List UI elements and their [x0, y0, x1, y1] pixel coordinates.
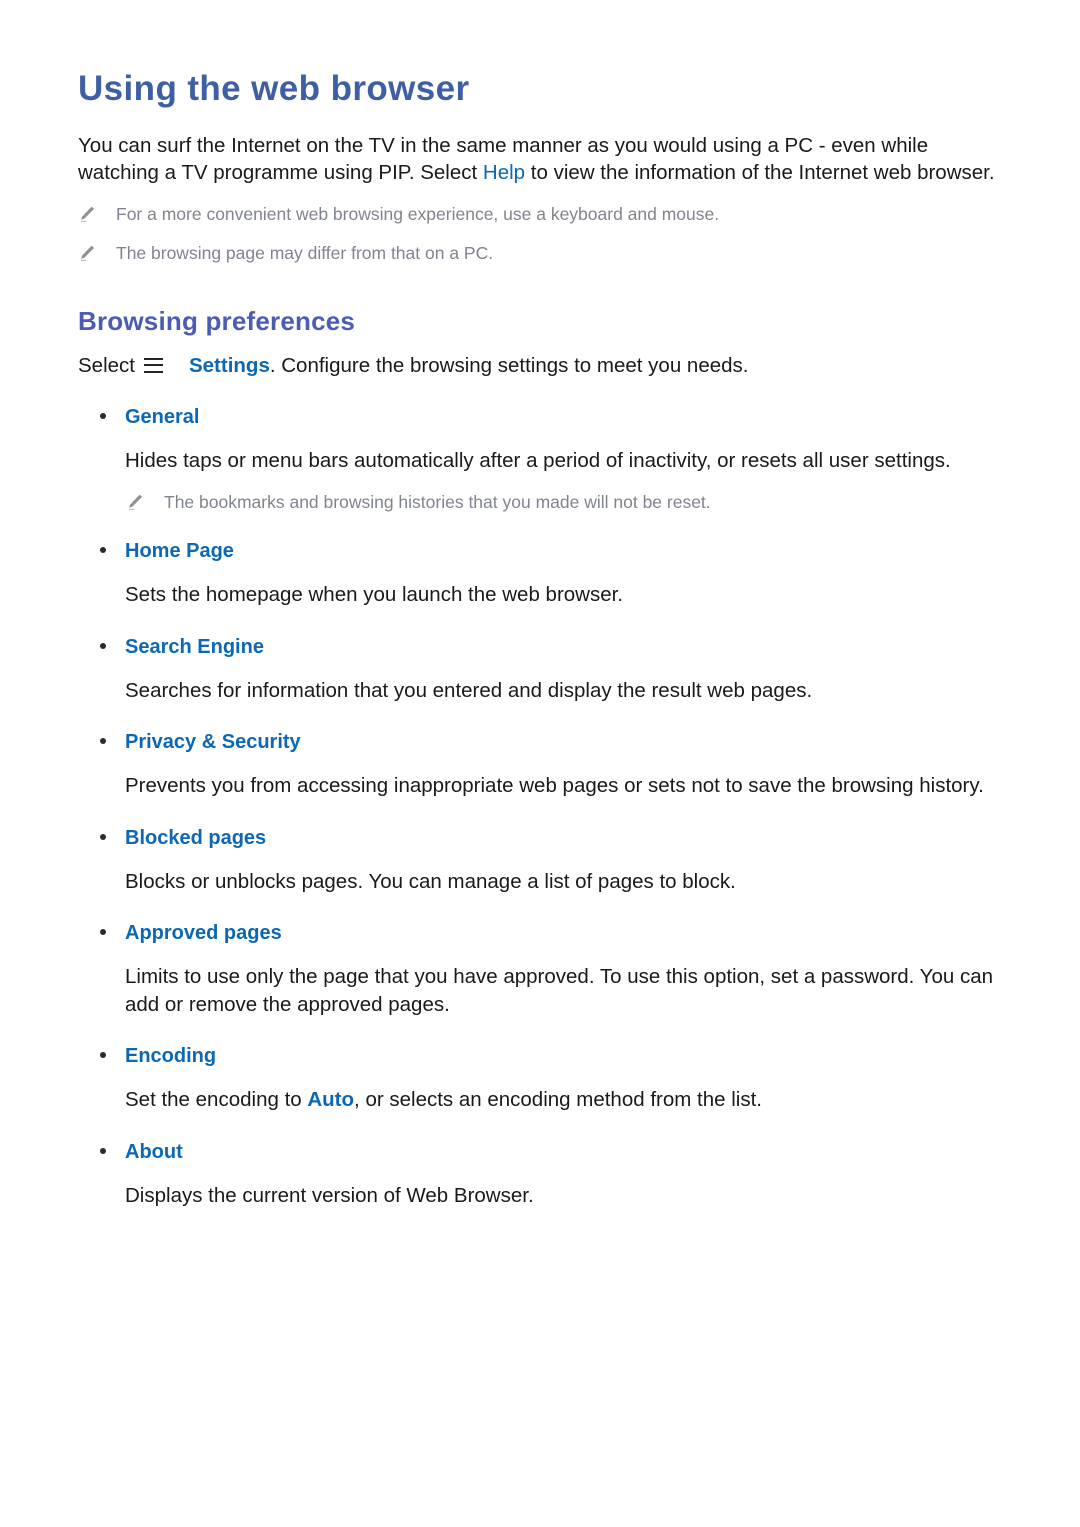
option-title[interactable]: Approved pages — [125, 921, 282, 945]
bullet-icon — [100, 929, 106, 936]
option-block: Blocked pages Blocks or unblocks pages. … — [78, 826, 995, 895]
option-title[interactable]: About — [125, 1140, 183, 1164]
option-block: Search Engine Searches for information t… — [78, 635, 995, 704]
pencil-icon — [78, 244, 96, 262]
option-header[interactable]: Blocked pages — [100, 826, 995, 850]
option-title[interactable]: Home Page — [125, 539, 234, 563]
bullet-icon — [100, 738, 106, 745]
encoding-desc-after: , or selects an encoding method from the… — [354, 1088, 762, 1112]
settings-lead-tail: . Configure the browsing settings to mee… — [269, 353, 749, 377]
intro-text-after: to view the information of the Internet … — [525, 161, 995, 185]
option-header[interactable]: About — [100, 1140, 995, 1164]
bullet-icon — [100, 642, 106, 649]
option-title[interactable]: Encoding — [125, 1044, 216, 1068]
encoding-desc-before: Set the encoding to — [125, 1088, 308, 1112]
bullet-icon — [100, 1052, 106, 1059]
pencil-icon — [78, 205, 96, 223]
page-title: Using the web browser — [78, 69, 470, 108]
option-header[interactable]: Home Page — [100, 539, 995, 563]
note-item: The bookmarks and browsing histories tha… — [126, 491, 995, 514]
settings-lead-line: Select Settings . Configure the browsing… — [78, 352, 995, 379]
option-description: Prevents you from accessing inappropriat… — [125, 774, 984, 798]
option-header[interactable]: Privacy & Security — [100, 730, 995, 754]
option-description: Searches for information that you entere… — [125, 678, 813, 702]
option-header[interactable]: Approved pages — [100, 921, 995, 945]
option-description: Sets the homepage when you launch the we… — [125, 583, 624, 607]
note-text: The browsing page may differ from that o… — [116, 242, 494, 263]
option-block: Privacy & Security Prevents you from acc… — [78, 730, 995, 799]
section-heading: Browsing preferences — [78, 306, 356, 337]
option-title[interactable]: Search Engine — [125, 635, 264, 659]
option-description: Hides taps or menu bars automatically af… — [125, 449, 951, 473]
option-description: Set the encoding to Auto, or selects an … — [125, 1086, 995, 1113]
document-page: Using the web browser You can surf the I… — [0, 0, 1080, 1527]
bullet-icon — [100, 547, 106, 554]
option-title[interactable]: Blocked pages — [125, 826, 266, 850]
note-text: For a more convenient web browsing exper… — [116, 203, 720, 224]
settings-link[interactable]: Settings — [189, 352, 270, 379]
option-title[interactable]: Privacy & Security — [125, 730, 301, 754]
option-block: Approved pages Limits to use only the pa… — [78, 921, 995, 1018]
option-header[interactable]: Search Engine — [100, 635, 995, 659]
help-link[interactable]: Help — [483, 161, 525, 184]
bullet-icon — [100, 1147, 106, 1154]
option-description: Limits to use only the page that you hav… — [125, 965, 994, 1016]
option-title[interactable]: General — [125, 405, 199, 429]
option-block: General Hides taps or menu bars automati… — [78, 405, 995, 513]
hamburger-menu-icon[interactable] — [143, 357, 163, 373]
select-label: Select — [78, 353, 135, 377]
option-header[interactable]: Encoding — [100, 1044, 995, 1068]
option-header[interactable]: General — [100, 405, 995, 429]
note-text: The bookmarks and browsing histories tha… — [164, 491, 711, 512]
bullet-icon — [100, 413, 106, 420]
option-block: Encoding Set the encoding to Auto, or se… — [78, 1044, 995, 1113]
pencil-icon — [126, 493, 144, 511]
option-description: Blocks or unblocks pages. You can manage… — [125, 869, 736, 893]
option-block: Home Page Sets the homepage when you lau… — [78, 539, 995, 608]
auto-value[interactable]: Auto — [307, 1088, 354, 1111]
option-description: Displays the current version of Web Brow… — [125, 1183, 534, 1207]
option-block: About Displays the current version of We… — [78, 1140, 995, 1209]
note-item: For a more convenient web browsing exper… — [78, 203, 995, 226]
note-item: The browsing page may differ from that o… — [78, 242, 995, 265]
bullet-icon — [100, 833, 106, 840]
intro-paragraph: You can surf the Internet on the TV in t… — [78, 132, 995, 187]
